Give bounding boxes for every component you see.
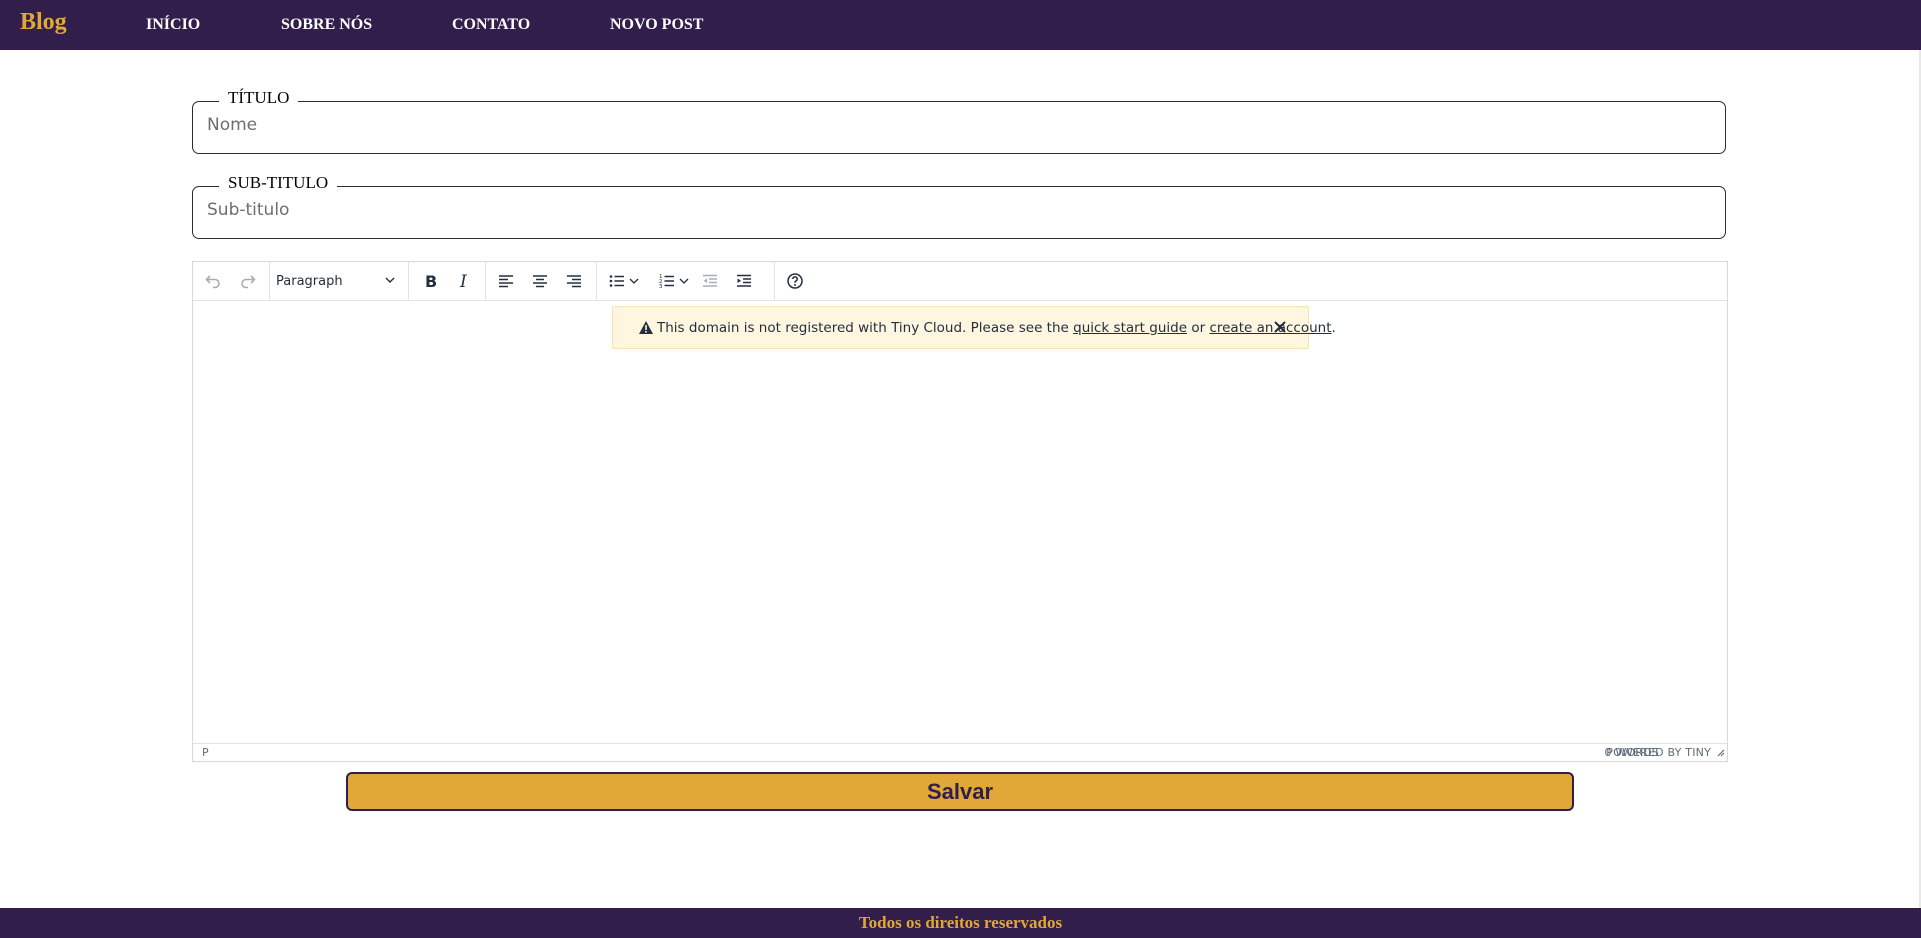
bold-button[interactable]: B — [417, 269, 443, 293]
rich-text-editor[interactable]: Paragraph B I 123 This domain is not reg… — [192, 261, 1728, 762]
align-left-icon — [499, 275, 513, 288]
notice-text-after: . — [1331, 320, 1336, 336]
italic-icon: I — [459, 272, 467, 290]
redo-button[interactable] — [235, 269, 261, 293]
redo-icon — [241, 275, 256, 289]
align-right-button[interactable] — [561, 269, 587, 293]
title-input[interactable] — [207, 115, 1707, 135]
align-center-button[interactable] — [527, 269, 553, 293]
nav-link-inicio[interactable]: INÍCIO — [146, 16, 200, 34]
notice-text-before: This domain is not registered with Tiny … — [657, 320, 1074, 336]
subtitle-legend: SUB-TITULO — [219, 173, 338, 193]
svg-text:I: I — [459, 272, 467, 290]
subtitle-fieldset: SUB-TITULO — [192, 173, 1726, 239]
toolbar-separator — [408, 262, 409, 300]
align-right-icon — [567, 275, 581, 288]
page-footer: Todos os direitos reservados — [0, 908, 1921, 938]
svg-text:3: 3 — [659, 284, 663, 290]
toolbar-separator — [596, 262, 597, 300]
toolbar-separator — [269, 262, 270, 300]
italic-button[interactable]: I — [451, 269, 477, 293]
undo-button[interactable] — [200, 269, 226, 293]
nav-link-contato[interactable]: CONTATO — [452, 16, 530, 34]
chevron-down-icon — [629, 278, 639, 284]
chevron-down-icon — [679, 278, 689, 284]
footer-text: Todos os direitos reservados — [858, 913, 1063, 932]
svg-text:B: B — [425, 272, 437, 290]
bullet-list-icon — [609, 275, 624, 287]
create-account-link[interactable]: create an account — [1209, 320, 1331, 336]
editor-statusbar: P 0 WORDS POWERED BY TINY — [193, 743, 1727, 761]
align-left-button[interactable] — [493, 269, 519, 293]
block-format-select[interactable]: Paragraph — [274, 269, 404, 293]
quick-start-guide-link[interactable]: quick start guide — [1073, 320, 1187, 336]
toolbar-separator — [774, 262, 775, 300]
numbered-list-icon: 123 — [659, 274, 674, 290]
notice-text-mid: or — [1187, 320, 1210, 336]
notice-text: This domain is not registered with Tiny … — [657, 320, 1336, 336]
help-icon — [787, 273, 803, 289]
indent-button[interactable] — [731, 269, 757, 293]
block-format-label: Paragraph — [276, 273, 343, 289]
title-legend: TÍTULO — [219, 88, 299, 108]
bold-icon: B — [425, 272, 437, 290]
subtitle-input[interactable] — [207, 200, 1707, 220]
close-icon[interactable] — [1272, 319, 1288, 335]
nav-link-novo-post[interactable]: NOVO POST — [610, 16, 703, 34]
outdent-button[interactable] — [697, 269, 723, 293]
toolbar-separator — [485, 262, 486, 300]
save-button[interactable]: Salvar — [346, 772, 1574, 811]
resize-handle-icon[interactable] — [1715, 747, 1725, 757]
chevron-down-icon — [385, 277, 395, 283]
bullet-list-options-button[interactable] — [627, 269, 641, 293]
numbered-list-options-button[interactable] — [677, 269, 691, 293]
powered-by-tiny-link[interactable]: POWERED BY TINY — [1606, 746, 1711, 759]
tiny-cloud-notice: This domain is not registered with Tiny … — [612, 306, 1336, 349]
warning-icon — [639, 321, 653, 334]
indent-icon — [737, 274, 751, 287]
undo-icon — [205, 275, 220, 289]
help-button[interactable] — [782, 269, 808, 293]
top-navbar: Blog INÍCIO SOBRE NÓS CONTATO NOVO POST — [0, 0, 1921, 50]
editor-toolbar: Paragraph B I 123 — [193, 262, 1727, 301]
align-center-icon — [533, 275, 547, 288]
nav-link-sobre-nos[interactable]: SOBRE NÓS — [281, 16, 372, 34]
title-fieldset: TÍTULO — [192, 88, 1726, 154]
element-path[interactable]: P — [202, 746, 209, 759]
brand-logo[interactable]: Blog — [20, 9, 67, 36]
outdent-icon — [703, 274, 717, 287]
